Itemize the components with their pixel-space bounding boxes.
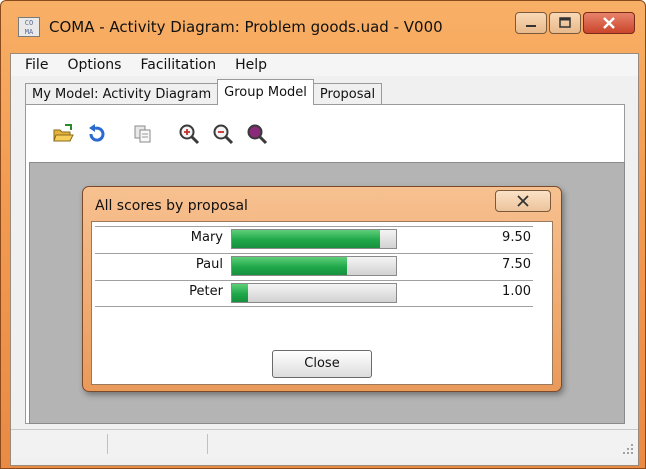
zoom-fit-button[interactable]: [245, 122, 269, 146]
dialog-title: All scores by proposal: [95, 198, 248, 214]
score-bar-fill: [232, 257, 347, 275]
refresh-button[interactable]: [85, 122, 109, 146]
dialog-close-x-button[interactable]: [495, 190, 551, 212]
menu-facilitation[interactable]: Facilitation: [140, 57, 216, 73]
open-button[interactable]: [51, 122, 75, 146]
zoom-out-button[interactable]: [211, 122, 235, 146]
caption-buttons: [515, 12, 635, 34]
title-bar[interactable]: CO MA COMA - Activity Diagram: Problem g…: [1, 1, 645, 45]
tab-my-model[interactable]: My Model: Activity Diagram: [25, 83, 219, 105]
zoom-fit-icon: [247, 124, 268, 145]
score-value: 9.50: [502, 230, 531, 245]
resize-grip-icon[interactable]: [622, 443, 634, 455]
row-divider: [95, 280, 533, 281]
menu-options[interactable]: Options: [67, 57, 121, 73]
refresh-icon: [89, 124, 105, 142]
scores-dialog: All scores by proposal Mary 9.50 Paul 7.…: [82, 186, 562, 392]
score-value: 7.50: [502, 257, 531, 272]
close-button[interactable]: Close: [272, 350, 372, 378]
window-close-button[interactable]: [583, 12, 635, 34]
dialog-body: Mary 9.50 Paul 7.50 Peter 1.00 Close: [91, 221, 553, 385]
score-row: Peter 1.00: [95, 280, 533, 307]
status-bar: [11, 429, 638, 458]
score-bar-fill: [232, 230, 380, 248]
close-icon: [603, 17, 615, 29]
score-row: Paul 7.50: [95, 253, 533, 279]
copy-icon: [134, 125, 151, 143]
proposal-name: Mary: [190, 230, 223, 245]
minimize-button[interactable]: [515, 12, 547, 34]
toolbar: [51, 122, 279, 146]
tab-group-model[interactable]: Group Model: [217, 79, 314, 105]
row-divider: [95, 226, 533, 227]
copy-button[interactable]: [131, 122, 155, 146]
minimize-icon: [526, 25, 536, 27]
zoom-out-icon: [213, 124, 234, 145]
row-divider: [95, 253, 533, 254]
score-bar: [231, 283, 397, 303]
score-bar-fill: [232, 284, 249, 302]
open-folder-icon: [53, 124, 74, 142]
proposal-name: Peter: [189, 284, 223, 299]
app-icon[interactable]: CO MA: [18, 17, 40, 37]
maximize-icon: [559, 17, 571, 28]
status-divider: [207, 434, 208, 454]
zoom-in-button[interactable]: [177, 122, 201, 146]
close-icon: [517, 195, 529, 207]
tab-strip: My Model: Activity Diagram Group Model P…: [25, 79, 383, 105]
zoom-in-icon: [179, 124, 200, 145]
score-row: Mary 9.50: [95, 226, 533, 252]
proposal-name: Paul: [195, 257, 223, 272]
window-title: COMA - Activity Diagram: Problem goods.u…: [49, 18, 443, 36]
menu-file[interactable]: File: [25, 57, 48, 73]
row-divider: [95, 306, 533, 307]
menu-help[interactable]: Help: [235, 57, 267, 73]
status-divider: [107, 434, 108, 454]
score-value: 1.00: [502, 284, 531, 299]
score-bar: [231, 229, 397, 249]
tab-proposal[interactable]: Proposal: [312, 83, 383, 105]
maximize-button[interactable]: [549, 12, 581, 34]
menu-bar: File Options Facilitation Help: [11, 54, 638, 76]
score-bar: [231, 256, 397, 276]
